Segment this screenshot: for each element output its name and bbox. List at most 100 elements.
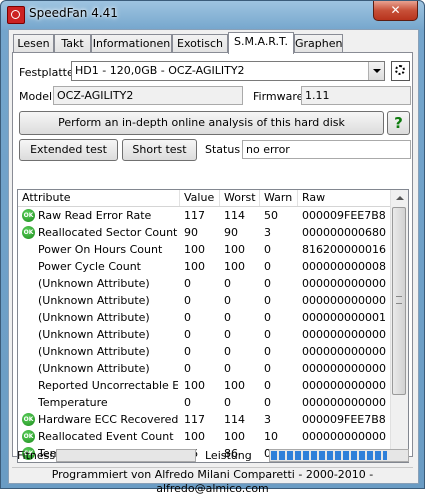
cell-value: 0 xyxy=(184,277,191,290)
cell-raw: 000000000000 xyxy=(302,277,386,290)
cell-worst: 0 xyxy=(224,362,231,375)
title-bar[interactable]: SpeedFan 4.41 ✕ xyxy=(1,1,424,27)
firmware-label: Firmware xyxy=(253,90,304,103)
cell-value: 117 xyxy=(184,413,205,426)
cell-worst: 0 xyxy=(224,328,231,341)
client-area: Lesen Takt Informationen Exotisch S.M.A.… xyxy=(8,29,419,495)
table-row[interactable]: OK Raw Read Error Rate 117 114 50 000009FEE7B… xyxy=(18,207,392,224)
window-title: SpeedFan 4.41 xyxy=(29,6,118,20)
fitness-label: Fitness xyxy=(17,449,56,462)
cell-worst: 90 xyxy=(224,226,238,239)
cell-raw: 000000000000 xyxy=(302,430,386,443)
cell-attribute: (Unknown Attribute) xyxy=(38,294,150,307)
table-row[interactable]: (Unknown Attribute) 0 0 0 000000000000 xyxy=(18,275,392,292)
cell-value: 0 xyxy=(184,345,191,358)
column-header-warn[interactable]: Warn xyxy=(260,190,298,206)
cell-worst: 0 xyxy=(224,294,231,307)
column-header-worst[interactable]: Worst xyxy=(220,190,260,206)
cell-worst: 100 xyxy=(224,379,245,392)
tab-graphen[interactable]: Graphen xyxy=(294,34,343,52)
tab-exotisch[interactable]: Exotisch xyxy=(172,34,228,52)
leistung-progress xyxy=(269,449,409,462)
cell-raw: 000000000000 xyxy=(302,396,386,409)
vertical-scrollbar[interactable] xyxy=(390,190,408,462)
table-row[interactable]: Reported Uncorrectable Er... 100 100 0 00000… xyxy=(18,377,392,394)
table-row[interactable]: (Unknown Attribute) 0 0 0 000000000000 xyxy=(18,292,392,309)
cell-value: 90 xyxy=(184,226,198,239)
cell-value: 0 xyxy=(184,362,191,375)
status-label: Status xyxy=(205,143,241,156)
table-row[interactable]: (Unknown Attribute) 0 0 0 000000000001 xyxy=(18,309,392,326)
help-button[interactable]: ? xyxy=(387,111,410,135)
online-analysis-button[interactable]: Perform an in-depth online analysis of t… xyxy=(19,111,384,135)
table-row[interactable]: OK Reallocated Event Count 100 100 10 0000000… xyxy=(18,428,392,445)
table-row[interactable]: Power On Hours Count 100 100 0 816200000016 xyxy=(18,241,392,258)
cell-attribute: Hardware ECC Recovered xyxy=(38,413,178,426)
table-row[interactable]: (Unknown Attribute) 0 0 0 000000000000 xyxy=(18,343,392,360)
cell-warn: 3 xyxy=(264,413,271,426)
cell-warn: 10 xyxy=(264,430,278,443)
ok-status-icon: OK xyxy=(22,226,35,239)
column-header-value[interactable]: Value xyxy=(180,190,220,206)
cell-attribute: Raw Read Error Rate xyxy=(38,209,152,222)
table-row[interactable]: OK Reallocated Sector Count 90 90 3 000000000… xyxy=(18,224,392,241)
table-row[interactable]: (Unknown Attribute) 0 0 0 000000000000 xyxy=(18,360,392,377)
cell-warn: 0 xyxy=(264,345,271,358)
short-test-button[interactable]: Short test xyxy=(122,139,197,161)
cell-warn: 0 xyxy=(264,294,271,307)
cell-attribute: Reported Uncorrectable Er... xyxy=(38,379,178,392)
scroll-up-icon[interactable] xyxy=(391,190,408,207)
list-header: Attribute Value Worst Warn Raw xyxy=(18,190,392,207)
column-header-attribute[interactable]: Attribute xyxy=(18,190,180,206)
cell-attribute: Power Cycle Count xyxy=(38,260,141,273)
cell-worst: 0 xyxy=(224,345,231,358)
cell-worst: 114 xyxy=(224,413,245,426)
column-header-raw[interactable]: Raw xyxy=(298,190,392,206)
footer-credits: Programmiert von Alfredo Milani Comparet… xyxy=(12,467,413,495)
chevron-down-icon[interactable] xyxy=(368,62,384,80)
cell-raw: 000000000001 xyxy=(302,311,386,324)
smart-panel: Festplatte HD1 - 120,0GB - OCZ-AGILITY2 … xyxy=(12,52,413,463)
table-row[interactable]: Temperature 0 0 0 000000000000 xyxy=(18,394,392,411)
cell-warn: 0 xyxy=(264,328,271,341)
speedfan-app-icon xyxy=(7,6,25,24)
cell-raw: 816200000016 xyxy=(302,243,386,256)
cell-raw: 000009FEE7B8 xyxy=(302,209,386,222)
cell-raw: 000000000000 xyxy=(302,294,386,307)
festplatte-select[interactable]: HD1 - 120,0GB - OCZ-AGILITY2 xyxy=(71,61,385,81)
refresh-drives-button[interactable] xyxy=(391,61,410,81)
cell-value: 0 xyxy=(184,311,191,324)
tab-lesen[interactable]: Lesen xyxy=(13,34,54,52)
firmware-field: 1.11 xyxy=(301,86,411,105)
table-row[interactable]: (Unknown Attribute) 0 0 0 000000000000 xyxy=(18,326,392,343)
cell-worst: 100 xyxy=(224,243,245,256)
scrollbar-thumb[interactable] xyxy=(392,207,406,395)
smart-attributes-list[interactable]: Attribute Value Worst Warn Raw OK Raw Rea… xyxy=(17,189,409,463)
cell-value: 0 xyxy=(184,396,191,409)
table-row[interactable]: OK Hardware ECC Recovered 117 114 3 000009FEE… xyxy=(18,411,392,428)
cell-warn: 0 xyxy=(264,362,271,375)
cell-value: 100 xyxy=(184,379,205,392)
cell-raw: 000000000000 xyxy=(302,328,386,341)
cell-worst: 0 xyxy=(224,277,231,290)
extended-test-button[interactable]: Extended test xyxy=(19,139,118,161)
tab-smart[interactable]: S.M.A.R.T. xyxy=(228,32,294,54)
cell-attribute: (Unknown Attribute) xyxy=(38,362,150,375)
cell-warn: 0 xyxy=(264,243,271,256)
cell-value: 100 xyxy=(184,430,205,443)
table-row[interactable]: Power Cycle Count 100 100 0 000000000008 xyxy=(18,258,392,275)
cell-attribute: (Unknown Attribute) xyxy=(38,328,150,341)
cell-attribute: (Unknown Attribute) xyxy=(38,277,150,290)
cell-attribute: Reallocated Event Count xyxy=(38,430,174,443)
tab-informationen[interactable]: Informationen xyxy=(91,34,172,52)
close-button[interactable]: ✕ xyxy=(373,1,418,21)
cell-raw: 000000000000 xyxy=(302,379,386,392)
ok-status-icon: OK xyxy=(22,430,35,443)
cell-value: 117 xyxy=(184,209,205,222)
fitness-progress xyxy=(56,449,196,462)
cell-warn: 0 xyxy=(264,311,271,324)
tab-takt[interactable]: Takt xyxy=(54,34,91,52)
cell-raw: 000009FEE7B8 xyxy=(302,413,386,426)
cell-raw: 000000000008 xyxy=(302,260,386,273)
cell-worst: 100 xyxy=(224,430,245,443)
